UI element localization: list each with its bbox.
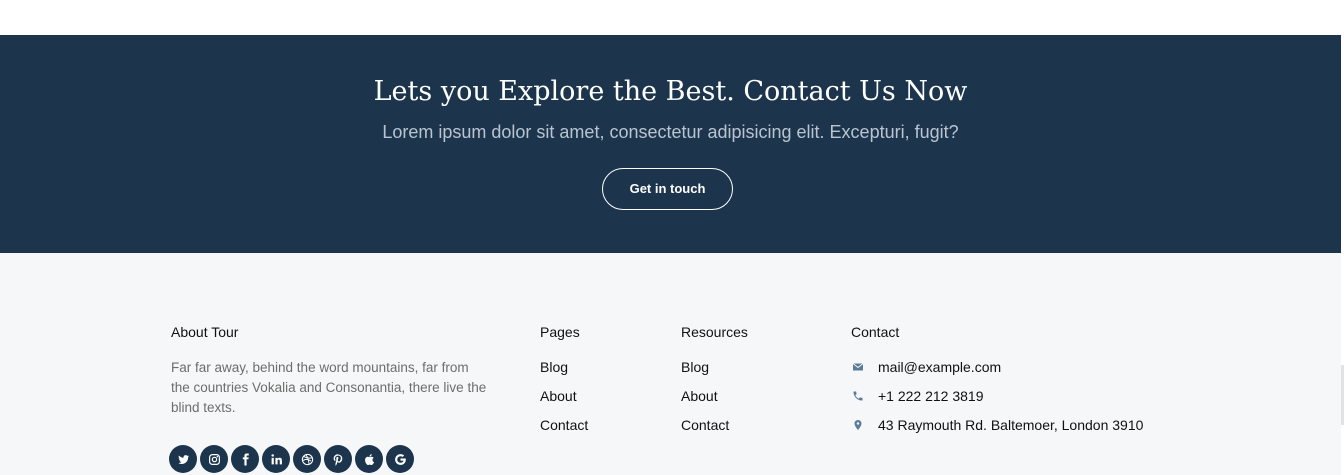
get-in-touch-button[interactable]: Get in touch [602, 168, 733, 210]
pages-title: Pages [540, 324, 580, 340]
social-links [169, 445, 414, 473]
resources-link-about[interactable]: About [681, 388, 718, 404]
about-title: About Tour [171, 324, 239, 340]
phone-icon [851, 389, 865, 403]
pages-link-blog[interactable]: Blog [540, 359, 568, 375]
cta-subheading: Lorem ipsum dolor sit amet, consectetur … [382, 122, 959, 142]
google-icon[interactable] [386, 445, 414, 473]
contact-address: 43 Raymouth Rd. Baltemoer, London 3910 [878, 417, 1144, 433]
apple-icon[interactable] [355, 445, 383, 473]
cta-heading: Lets you Explore the Best. Contact Us No… [373, 76, 968, 107]
contact-email-row[interactable]: mail@example.com [851, 359, 1001, 375]
cta-section: Lets you Explore the Best. Contact Us No… [0, 35, 1341, 253]
contact-title: Contact [851, 324, 900, 340]
pages-link-about[interactable]: About [540, 388, 577, 404]
facebook-icon[interactable] [231, 445, 259, 473]
map-pin-icon [851, 418, 865, 432]
contact-phone[interactable]: +1 222 212 3819 [878, 388, 984, 404]
envelope-icon [851, 360, 865, 374]
contact-phone-row[interactable]: +1 222 212 3819 [851, 388, 984, 404]
contact-email[interactable]: mail@example.com [878, 359, 1001, 375]
resources-link-contact[interactable]: Contact [681, 417, 729, 433]
site-footer: About Tour Far far away, behind the word… [0, 253, 1341, 475]
pages-link-contact[interactable]: Contact [540, 417, 588, 433]
twitter-icon[interactable] [169, 445, 197, 473]
resources-link-blog[interactable]: Blog [681, 359, 709, 375]
dribbble-icon[interactable] [293, 445, 321, 473]
pinterest-icon[interactable] [324, 445, 352, 473]
about-text: Far far away, behind the word mountains,… [171, 360, 487, 415]
resources-title: Resources [681, 324, 748, 340]
contact-address-row: 43 Raymouth Rd. Baltemoer, London 3910 [851, 417, 1143, 433]
top-blank-area [0, 0, 1344, 35]
instagram-icon[interactable] [200, 445, 228, 473]
linkedin-icon[interactable] [262, 445, 290, 473]
